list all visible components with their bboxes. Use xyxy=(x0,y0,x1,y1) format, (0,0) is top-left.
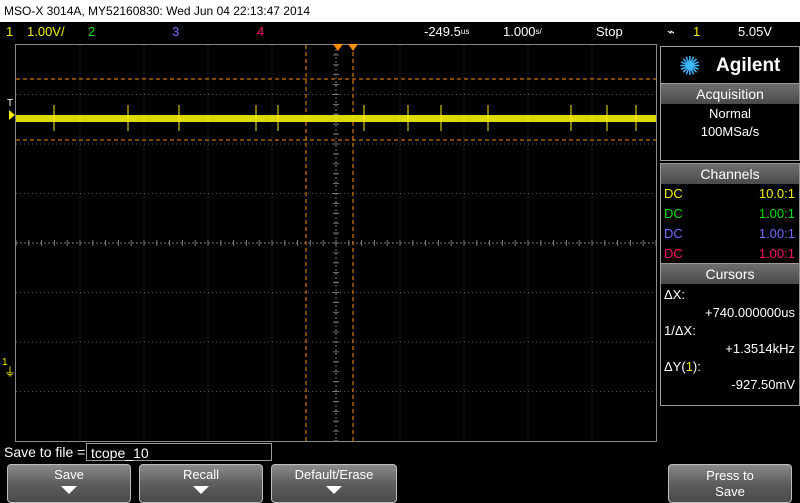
cursors-header: Cursors xyxy=(661,264,799,284)
trigger-level[interactable]: 5.05V xyxy=(738,22,772,42)
ground-icon: ⏚ xyxy=(4,365,17,379)
ch3-number[interactable]: 3 xyxy=(172,22,179,42)
agilent-spark-icon: ✺ xyxy=(679,51,701,81)
channels-header: Channels xyxy=(661,164,799,184)
filename-field[interactable]: tcope_10 xyxy=(86,443,272,461)
time-scale[interactable]: 1.000s/ xyxy=(503,22,542,42)
delta-x-label: ΔX: xyxy=(664,287,685,302)
trigger-edge-icon: ⌁ xyxy=(667,24,675,39)
delta-x-value: +740.000000us xyxy=(704,305,795,320)
status-bar: 1 1.00V/ 2 3 4 -249.5us 1.000s/ Stop ⌁ 1… xyxy=(0,22,800,42)
waveform-display[interactable] xyxy=(15,44,657,442)
inverse-delta-x-value: +1.3514kHz xyxy=(725,341,795,356)
time-delay[interactable]: -249.5us xyxy=(424,22,469,42)
channel-row-4: DC 1.00:1 xyxy=(664,246,795,261)
save-softkey[interactable]: Save xyxy=(7,464,131,503)
down-arrow-icon xyxy=(61,486,77,494)
title-bar: MSO-X 3014A, MY52160830: Wed Jun 04 22:1… xyxy=(0,0,800,22)
default-erase-softkey[interactable]: Default/Erase xyxy=(271,464,397,503)
ch1-offset-marker[interactable] xyxy=(9,110,15,120)
down-arrow-icon xyxy=(193,486,209,494)
channel-row-3: DC 1.00:1 xyxy=(664,226,795,241)
cursors-box: Cursors ΔX: +740.000000us 1/ΔX: +1.3514k… xyxy=(660,263,800,406)
press-to-save-softkey[interactable]: Press to Save xyxy=(668,464,792,503)
ch1-number[interactable]: 1 xyxy=(6,22,13,42)
ch1-trace xyxy=(16,115,656,122)
ch2-number[interactable]: 2 xyxy=(88,22,95,42)
info-panel: ✺ Agilent Acquisition Normal 100MSa/s Ch… xyxy=(660,44,800,441)
save-to-file-row: Save to file = tcope_10 xyxy=(0,442,800,463)
recall-softkey[interactable]: Recall xyxy=(139,464,263,503)
cursor-x1-marker[interactable] xyxy=(333,44,343,51)
acquisition-rate: 100MSa/s xyxy=(700,124,760,139)
trigger-level-marker: T xyxy=(7,98,14,109)
acquisition-box: Acquisition Normal 100MSa/s xyxy=(660,83,800,161)
save-to-file-label: Save to file = xyxy=(4,444,86,460)
trigger-channel: 1 xyxy=(693,24,701,39)
brand-name: Agilent xyxy=(716,55,781,76)
graticule-grid xyxy=(16,45,656,441)
cursor-x2-marker[interactable] xyxy=(348,44,358,51)
channels-box: Channels DC 10.0:1 DC 1.00:1 DC 1.00:1 DC 1.… xyxy=(660,163,800,265)
inverse-delta-x-label: 1/ΔX: xyxy=(664,323,696,338)
run-state: Stop xyxy=(596,24,623,39)
acquisition-mode: Normal xyxy=(709,106,751,121)
ch4-number[interactable]: 4 xyxy=(257,22,264,42)
delta-y-value: -927.50mV xyxy=(731,377,795,392)
acquisition-header: Acquisition xyxy=(661,84,799,104)
down-arrow-icon xyxy=(326,486,342,494)
channel-row-1: DC 10.0:1 xyxy=(664,186,795,201)
brand-box: ✺ Agilent xyxy=(660,46,800,88)
ch1-scale[interactable]: 1.00V/ xyxy=(27,22,65,42)
channel-row-2: DC 1.00:1 xyxy=(664,206,795,221)
delta-y-label: ΔY(1): xyxy=(664,359,701,374)
title-text: MSO-X 3014A, MY52160830: Wed Jun 04 22:1… xyxy=(4,4,310,18)
